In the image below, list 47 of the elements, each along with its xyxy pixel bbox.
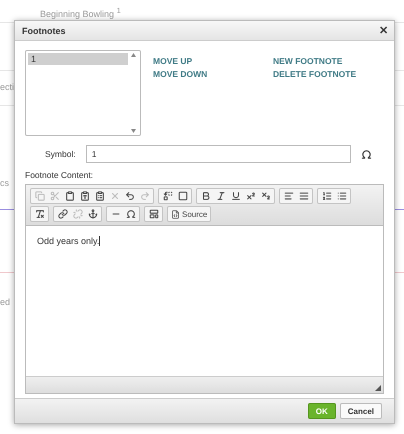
superscript-icon <box>246 191 256 201</box>
action-link[interactable]: NEW FOOTNOTE <box>273 56 353 66</box>
copy-icon <box>34 191 44 201</box>
replace-icon <box>162 191 172 201</box>
unlink-icon <box>72 209 82 219</box>
editor-area[interactable]: Odd years only. <box>26 226 383 376</box>
align-left-icon <box>284 191 294 201</box>
action-link[interactable]: MOVE UP <box>153 56 233 66</box>
subscript-icon <box>260 191 270 201</box>
underline-icon <box>230 191 240 201</box>
resize-grip-icon[interactable] <box>375 385 381 391</box>
close-button[interactable]: ✕ <box>379 24 388 37</box>
action-link[interactable]: MOVE DOWN <box>153 69 233 79</box>
page-text: ed <box>0 297 10 307</box>
link-icon <box>58 209 68 219</box>
content-label: Footnote Content: <box>25 170 94 180</box>
anchor-icon <box>88 209 98 219</box>
template-icon <box>148 209 158 219</box>
clipboard-icon <box>80 191 90 201</box>
justify-icon <box>298 191 308 201</box>
scissors-icon <box>50 191 60 201</box>
symbol-label: Symbol: <box>45 149 76 159</box>
numbered-list-icon <box>322 191 332 201</box>
source-button[interactable]: Source <box>169 208 210 220</box>
symbol-field[interactable]: 1 <box>86 145 351 163</box>
page-text: ecti <box>0 82 14 92</box>
footnote-text: Odd years only. <box>37 236 100 246</box>
footnote-item[interactable]: 1 <box>28 53 128 65</box>
scroll-down-icon[interactable] <box>130 129 136 133</box>
footnote-list[interactable]: 1 <box>25 50 141 136</box>
scroll-up-icon[interactable] <box>130 53 136 57</box>
redo-icon <box>140 191 150 201</box>
clipboard-icon <box>94 191 104 201</box>
clipboard-icon <box>64 191 74 201</box>
omega-icon[interactable] <box>360 148 372 160</box>
italic-icon <box>216 191 226 201</box>
undo-icon <box>124 191 134 201</box>
omega-icon <box>126 209 136 219</box>
cancel-button[interactable]: Cancel <box>340 403 382 419</box>
document-icon <box>171 210 180 218</box>
square-icon <box>178 191 188 201</box>
cross-icon <box>110 191 120 201</box>
dialog-title: Footnotes <box>22 26 66 36</box>
page-heading: Beginning Bowling $^{1}$ <box>40 6 121 19</box>
page-text: cs <box>0 178 9 188</box>
bold-icon <box>200 191 210 201</box>
clear-format-icon <box>34 209 44 219</box>
